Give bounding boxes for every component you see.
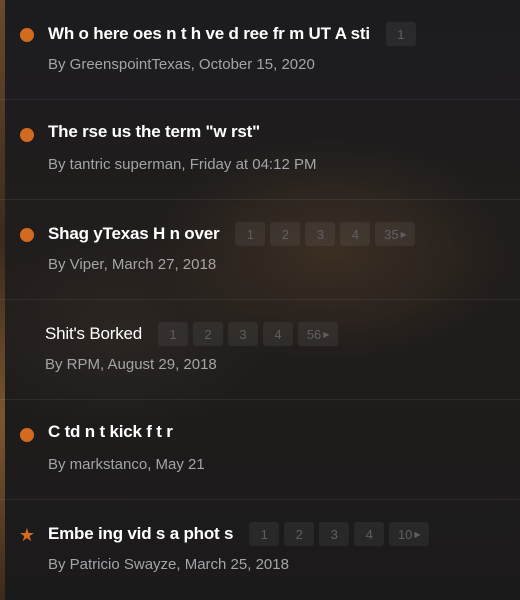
caret-right-icon: ▶ [323,329,330,339]
star-icon: ★ [18,525,36,545]
page-link[interactable]: 3 [305,222,336,246]
last-page-link[interactable]: 10 ▶ [389,522,430,546]
last-page-link[interactable]: 56 ▶ [298,322,339,346]
pagination: 1 [385,22,421,46]
thread-title-line: Embe ing vid s a phot s 1 2 3 4 10 ▶ [48,522,520,546]
thread-title[interactable]: Shag yTexas H n over [48,224,220,244]
thread-title-line: Shag yTexas H n over 1 2 3 4 35 ▶ [48,222,520,246]
page-link[interactable]: 1 [235,222,266,246]
unread-dot-icon [20,28,34,42]
last-page-number: 56 [306,326,322,342]
thread-row: C td n t kick f t r By markstanco, May 2… [0,400,520,500]
thread-meta: By RPM, August 29, 2018 [45,356,217,373]
page-link[interactable]: 3 [228,322,259,346]
thread-meta: By Viper, March 27, 2018 [48,256,217,273]
thread-title[interactable]: Wh o here oes n t h ve d ree fr m UT A s… [48,24,370,44]
page-link[interactable]: 4 [340,222,371,246]
thread-row: ★ Embe ing vid s a phot s 1 2 3 4 10 ▶ By… [0,500,520,598]
pagination: 1 2 3 4 10 ▶ [249,522,434,546]
page-link[interactable]: 1 [158,322,189,346]
thread-title-line: The rse us the term "w rst" [48,122,520,142]
thread-meta: By GreenspointTexas, October 15, 2020 [48,56,315,73]
unread-dot-icon [20,228,34,242]
thread-row: The rse us the term "w rst" By tantric s… [0,100,520,200]
thread-title[interactable]: C td n t kick f t r [48,422,173,442]
thread-row: Shag yTexas H n over 1 2 3 4 35 ▶ By Vipe… [0,200,520,300]
page-link[interactable]: 2 [284,522,315,546]
caret-right-icon: ▶ [414,529,421,539]
thread-title-line: Wh o here oes n t h ve d ree fr m UT A s… [48,22,520,46]
unread-dot-icon [20,428,34,442]
page-link[interactable]: 2 [193,322,224,346]
thread-meta: By markstanco, May 21 [48,456,205,473]
thread-title[interactable]: The rse us the term "w rst" [48,122,260,142]
thread-meta: By tantric superman, Friday at 04:12 PM [48,156,317,173]
last-page-link[interactable]: 35 ▶ [375,222,416,246]
page-link[interactable]: 3 [319,522,350,546]
page-link[interactable]: 1 [385,22,416,46]
thread-meta: By Patricio Swayze, March 25, 2018 [48,556,289,573]
last-page-number: 10 [397,526,413,542]
last-page-number: 35 [384,226,399,242]
page-link[interactable]: 1 [249,522,280,546]
page-link[interactable]: 4 [263,322,294,346]
thread-title-line: C td n t kick f t r [48,422,520,442]
pagination: 1 2 3 4 56 ▶ [158,322,343,346]
thread-row: Shit's Borked 1 2 3 4 56 ▶ By RPM, August… [0,300,520,400]
thread-title[interactable]: Embe ing vid s a phot s [48,524,233,544]
thread-title[interactable]: Shit's Borked [45,324,142,344]
pagination: 1 2 3 4 35 ▶ [235,222,420,246]
thread-row: Wh o here oes n t h ve d ree fr m UT A s… [0,0,520,100]
unread-dot-icon [20,128,34,142]
thread-title-line: Shit's Borked 1 2 3 4 56 ▶ [45,322,520,346]
page-link[interactable]: 2 [270,222,301,246]
thread-list: Wh o here oes n t h ve d ree fr m UT A s… [0,0,520,598]
caret-right-icon: ▶ [400,229,407,239]
page-link[interactable]: 4 [354,522,385,546]
